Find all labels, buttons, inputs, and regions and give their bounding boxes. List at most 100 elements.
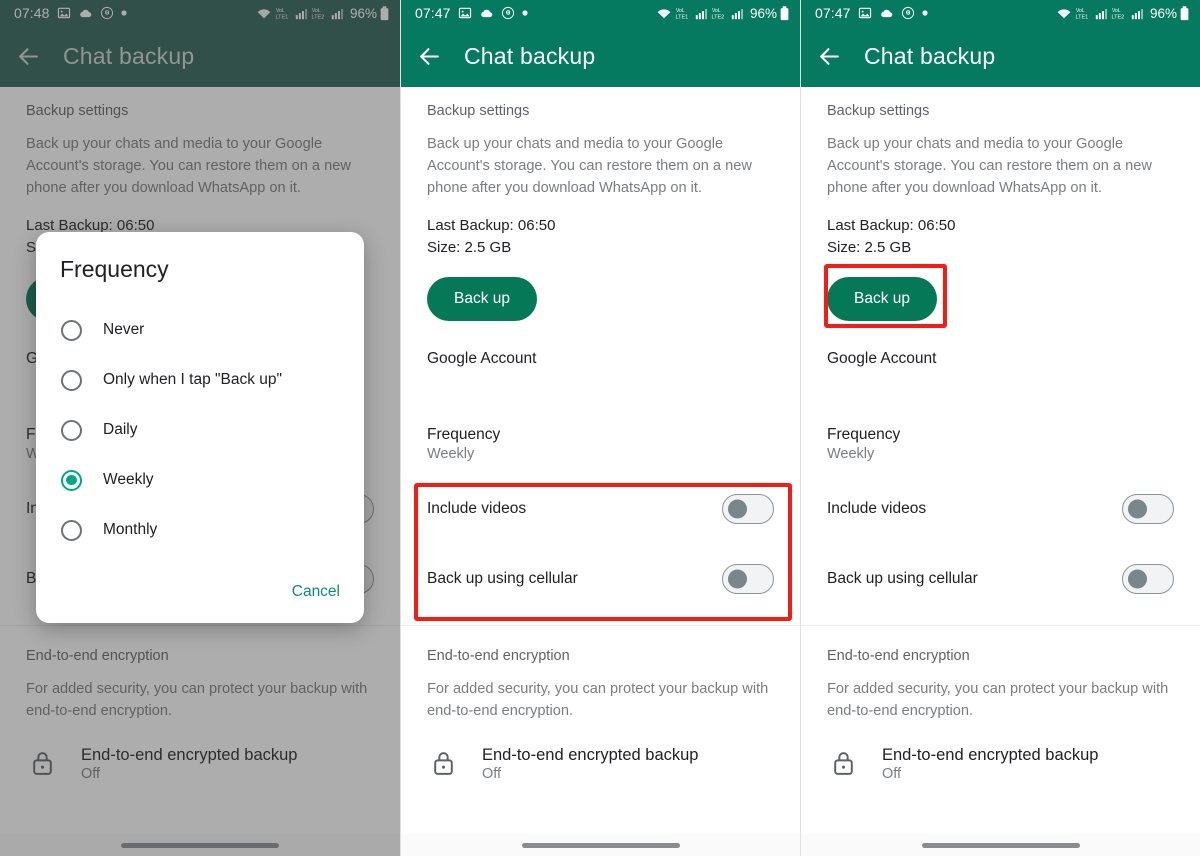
option-label: Weekly xyxy=(103,471,154,488)
volte-lte1-icon: VoL LTE1 xyxy=(675,6,692,21)
include-videos-row[interactable]: Include videos xyxy=(401,474,800,544)
svg-text:LTE2: LTE2 xyxy=(711,14,724,20)
option-label: Daily xyxy=(103,421,138,438)
cloud-icon xyxy=(479,6,494,20)
frequency-dialog: Frequency Never Only when I tap "Back up… xyxy=(36,232,364,623)
battery-icon xyxy=(780,5,789,21)
option-label: Monthly xyxy=(103,521,158,538)
threads-icon xyxy=(901,6,915,20)
include-videos-label: Include videos xyxy=(427,500,527,517)
back-arrow-icon[interactable] xyxy=(817,44,842,69)
battery-percent: 96% xyxy=(1149,5,1177,21)
option-only-when-tap[interactable]: Only when I tap "Back up" xyxy=(36,355,364,405)
cellular-label: Back up using cellular xyxy=(427,570,578,587)
cellular-row[interactable]: Back up using cellular xyxy=(801,544,1200,614)
option-weekly[interactable]: Weekly xyxy=(36,455,364,505)
nav-pill-handle[interactable] xyxy=(921,842,1080,848)
status-bar: 07:47 VoL LTE1 VoL LTE2 96% xyxy=(401,0,800,26)
google-account-label: Google Account xyxy=(427,350,537,367)
google-account-row[interactable]: Google Account xyxy=(801,321,1200,368)
panel-backup-button-highlight: 07:47 VoL LTE1 VoL LTE2 96% Chat backup Ba… xyxy=(800,0,1200,856)
radio-icon-selected xyxy=(61,469,82,491)
frequency-row[interactable]: Frequency Weekly xyxy=(401,368,800,462)
encrypted-backup-texts: End-to-end encrypted backup Off xyxy=(482,746,698,783)
backup-settings-label: Backup settings xyxy=(827,103,930,119)
status-bar: 07:47 VoL LTE1 VoL LTE2 96% xyxy=(801,0,1200,26)
cloud-icon xyxy=(879,6,894,20)
backup-button-wrap: Back up xyxy=(801,256,1200,321)
status-bar-right: VoL LTE1 VoL LTE2 96% xyxy=(656,6,789,21)
cellular-toggle[interactable] xyxy=(1122,564,1174,594)
screenshot-strip: 07:48 VoL LTE1 VoL LTE2 96% Chat backup Ba… xyxy=(0,0,1200,856)
svg-text:LTE1: LTE1 xyxy=(675,14,688,20)
last-backup-text: Last Backup: 06:50 xyxy=(827,217,956,234)
svg-text:VoL: VoL xyxy=(676,8,685,14)
signal-icon-1 xyxy=(1095,7,1108,20)
svg-text:VoL: VoL xyxy=(712,8,721,14)
battery-percent: 96% xyxy=(749,5,777,21)
option-never[interactable]: Never xyxy=(36,305,364,355)
cancel-button[interactable]: Cancel xyxy=(292,583,340,601)
radio-icon xyxy=(61,319,82,341)
include-videos-label: Include videos xyxy=(827,500,927,517)
encrypted-backup-title: End-to-end encrypted backup xyxy=(882,746,1099,764)
back-up-button[interactable]: Back up xyxy=(827,277,938,321)
radio-icon xyxy=(61,369,82,391)
svg-text:LTE1: LTE1 xyxy=(1075,14,1088,20)
include-videos-toggle[interactable] xyxy=(1122,494,1174,524)
volte-lte2-icon: VoL LTE2 xyxy=(711,6,728,21)
option-daily[interactable]: Daily xyxy=(36,405,364,455)
svg-text:VoL: VoL xyxy=(1076,8,1085,14)
frequency-label: Frequency xyxy=(427,426,501,443)
cellular-row[interactable]: Back up using cellular xyxy=(401,544,800,614)
encrypted-backup-row[interactable]: End-to-end encrypted backup Off xyxy=(801,722,1200,783)
frequency-value: Weekly xyxy=(827,446,875,462)
google-account-row[interactable]: Google Account xyxy=(401,321,800,368)
dialog-actions: Cancel xyxy=(36,555,364,623)
frequency-label: Frequency xyxy=(827,426,901,443)
svg-text:LTE2: LTE2 xyxy=(1111,14,1124,20)
include-videos-toggle[interactable] xyxy=(722,494,774,524)
backup-description: Back up your chats and media to your Goo… xyxy=(827,136,1152,196)
encryption-section-label: End-to-end encryption xyxy=(427,648,570,664)
encryption-section-label: End-to-end encryption xyxy=(827,648,970,664)
encryption-description: For added security, you can protect your… xyxy=(827,681,1169,719)
page-title: Chat backup xyxy=(464,43,596,69)
status-bar-left: 07:47 xyxy=(415,5,528,21)
option-label: Only when I tap "Back up" xyxy=(103,371,283,388)
back-arrow-icon[interactable] xyxy=(417,44,442,69)
toggle-knob xyxy=(728,569,747,589)
encrypted-backup-row[interactable]: End-to-end encrypted backup Off xyxy=(401,722,800,783)
cellular-toggle[interactable] xyxy=(722,564,774,594)
dialog-title: Frequency xyxy=(60,256,169,282)
frequency-row[interactable]: Frequency Weekly xyxy=(801,368,1200,462)
include-videos-row[interactable]: Include videos xyxy=(801,474,1200,544)
toggle-knob xyxy=(1128,569,1147,589)
wifi-icon xyxy=(656,6,672,20)
option-label: Never xyxy=(103,321,145,338)
status-bar-left: 07:47 xyxy=(815,5,928,21)
option-monthly[interactable]: Monthly xyxy=(36,505,364,555)
encrypted-backup-texts: End-to-end encrypted backup Off xyxy=(882,746,1098,783)
app-bar: Chat backup xyxy=(401,26,800,87)
lock-icon xyxy=(431,750,456,782)
cellular-label: Back up using cellular xyxy=(827,570,978,587)
nav-pill-handle[interactable] xyxy=(521,842,680,848)
svg-text:VoL: VoL xyxy=(1112,8,1121,14)
back-up-button[interactable]: Back up xyxy=(427,277,538,321)
status-time: 07:47 xyxy=(815,5,851,21)
backup-size-text: Size: 2.5 GB xyxy=(427,239,512,256)
google-account-label: Google Account xyxy=(827,350,937,367)
frequency-value: Weekly xyxy=(427,446,475,462)
encryption-description: For added security, you can protect your… xyxy=(427,681,769,719)
encrypted-backup-state: Off xyxy=(482,766,502,782)
toggle-knob xyxy=(1128,499,1147,519)
signal-icon-2 xyxy=(1131,7,1144,20)
signal-icon-2 xyxy=(731,7,744,20)
image-icon xyxy=(458,6,472,20)
last-backup-text: Last Backup: 06:50 xyxy=(427,217,556,234)
settings-content: Backup settings Back up your chats and m… xyxy=(801,87,1200,856)
toggle-knob xyxy=(728,499,747,519)
dot-icon xyxy=(521,10,528,16)
signal-icon-1 xyxy=(695,7,708,20)
